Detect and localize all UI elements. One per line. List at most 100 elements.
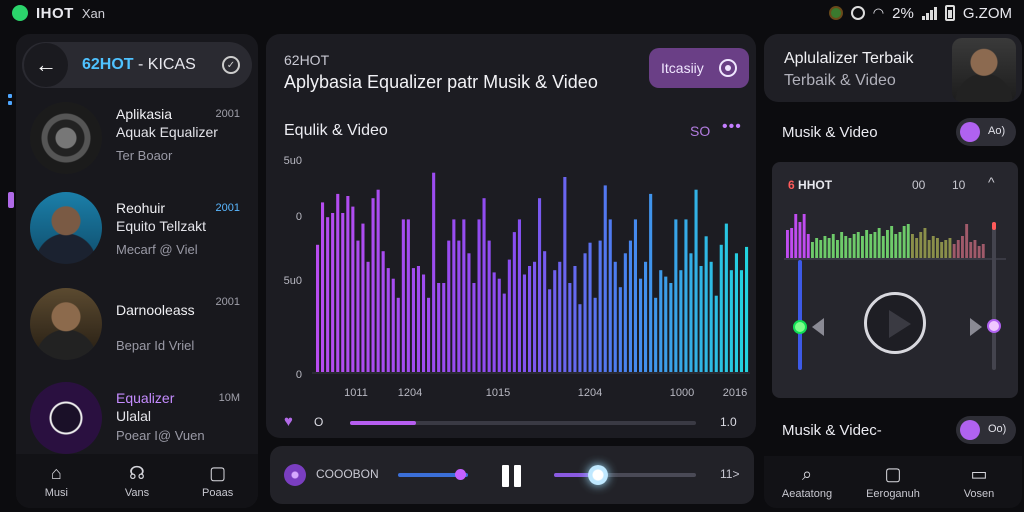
mini-eq-bars [786,214,985,258]
chart-bar [548,289,552,372]
back-button[interactable]: ← [24,43,68,87]
mini-eq-bar [811,242,814,258]
chart-bar [497,278,501,372]
volume-knob[interactable] [455,469,466,480]
mini-eq-bar [873,232,877,258]
mini-eq-bar [936,238,939,258]
nav-item-search[interactable]: ⌕ Aeatatong [767,464,847,500]
nav-label: Eeroganuh [866,488,920,500]
wifi-icon: ◠ [872,5,885,20]
progress-track[interactable] [350,421,696,425]
mini-eq-bar [861,236,864,258]
list-item-meta: Mecarf @ Viel [116,242,198,257]
headphones-icon: ☊ [128,463,145,483]
toggle-switch[interactable]: Ao) [956,118,1016,146]
play-button[interactable] [864,292,926,354]
list-item-subtitle: Aquak Equalizer [116,124,218,140]
chart-bar [381,251,385,372]
chart-bar [679,270,683,372]
list-item-number: 2001 [215,296,240,308]
chart-bar [709,261,713,372]
chart-bar [386,268,390,372]
chart-bar [588,242,592,372]
chart-bar [684,219,688,372]
y-tick-label: 0 [296,369,302,381]
chart-bar [391,278,395,372]
center-overline: 62HOT [284,52,330,68]
seek-knob[interactable] [588,465,608,485]
chart-bar [507,259,511,372]
action-button-label: Itcasiiy [661,60,704,76]
status-app-name: IHOT [36,4,74,22]
divider [784,258,1006,260]
mini-eq-bar [856,232,860,258]
mini-eq-bar [956,240,960,258]
chart-bar [644,261,648,372]
slider-knob-left[interactable] [793,320,807,334]
mini-eq-bar [794,214,798,258]
mini-eq-bar [931,236,935,258]
chart-bar [694,189,698,372]
nav-item-poaas[interactable]: ▢ Poaas [183,463,253,499]
heart-icon[interactable]: ♥ [284,414,300,430]
chart-bar [477,219,481,372]
signal-icon [921,6,937,20]
mini-eq-bar [877,228,881,258]
chart-bar [366,261,370,372]
chart-bar [543,251,547,372]
chart-bar [689,253,693,372]
mini-eq-bar [948,238,952,258]
list-item-title: Equalizer [116,390,175,406]
mini-eq-value-b: 10 [952,178,966,192]
chart-bar [376,189,380,372]
chart-bar [321,202,325,372]
mini-eq-bar [831,234,835,258]
list-item[interactable]: Equalizer Ulalal Poear I@ Vuen 10M [16,370,258,460]
vertical-slider-right[interactable] [992,222,996,370]
y-tick-label: 5u0 [284,275,302,287]
previous-icon[interactable] [812,318,824,336]
chart-bar [553,270,557,372]
chart-bar [538,198,542,372]
seek-slider[interactable] [554,473,696,477]
chart-bar [528,266,532,372]
chart-bar [583,253,587,372]
right-header-card[interactable]: Aplulalizer Terbaik Terbaik & Video [764,34,1022,102]
nav-item-musik[interactable]: ⌂ Musi [21,463,91,499]
chart-bar [401,219,405,372]
chart-bar [316,244,320,372]
vertical-slider-left[interactable] [798,260,802,370]
mini-eq-bar [886,230,889,258]
nav-item-vans[interactable]: ☊ Vans [102,463,172,499]
y-tick-label: 0 [296,211,302,223]
chart-bar [724,223,728,372]
chart-bar [482,198,486,372]
chart-bar [674,219,678,372]
chart-bar [517,219,521,372]
mini-eq-bar [890,226,894,258]
battery-percent: 2% [892,4,914,22]
next-icon[interactable] [970,318,982,336]
action-button[interactable]: Itcasiiy [649,48,749,88]
chart-bar [623,253,627,372]
nav-item-eeroganuh[interactable]: ▢ Eeroganuh [853,464,933,500]
list-item[interactable]: Darnooleass Bepar Id Vriel 2001 [16,282,258,372]
check-circle-icon[interactable]: ✓ [222,56,240,74]
slider-knob-right[interactable] [987,319,1001,333]
setting-row-musik-video-2: Musik & Videc- Oo) [764,410,1022,450]
chart-bar [578,304,582,372]
mini-eq-bar [815,238,819,258]
nav-item-vosen[interactable]: ▭ Vosen [939,464,1019,500]
toggle-switch[interactable]: Oo) [956,416,1016,444]
list-item[interactable]: Aplikasia Aquak Equalizer Ter Boaor 2001 [16,96,258,186]
chart-bar [729,270,733,372]
list-item[interactable]: Reohuir Equito Tellzakt Mecarf @ Viel 20… [16,186,258,276]
chart-bar [442,283,446,372]
list-item-meta: Bepar Id Vriel [116,338,195,353]
pause-button[interactable] [502,465,522,487]
nav-label: Vosen [963,488,995,500]
chevron-up-icon[interactable]: ^ [988,174,995,190]
mini-eq-title: 6 HHOT [788,178,833,192]
player-label: COOOBON [316,467,379,481]
more-icon[interactable]: ••• [722,118,742,136]
